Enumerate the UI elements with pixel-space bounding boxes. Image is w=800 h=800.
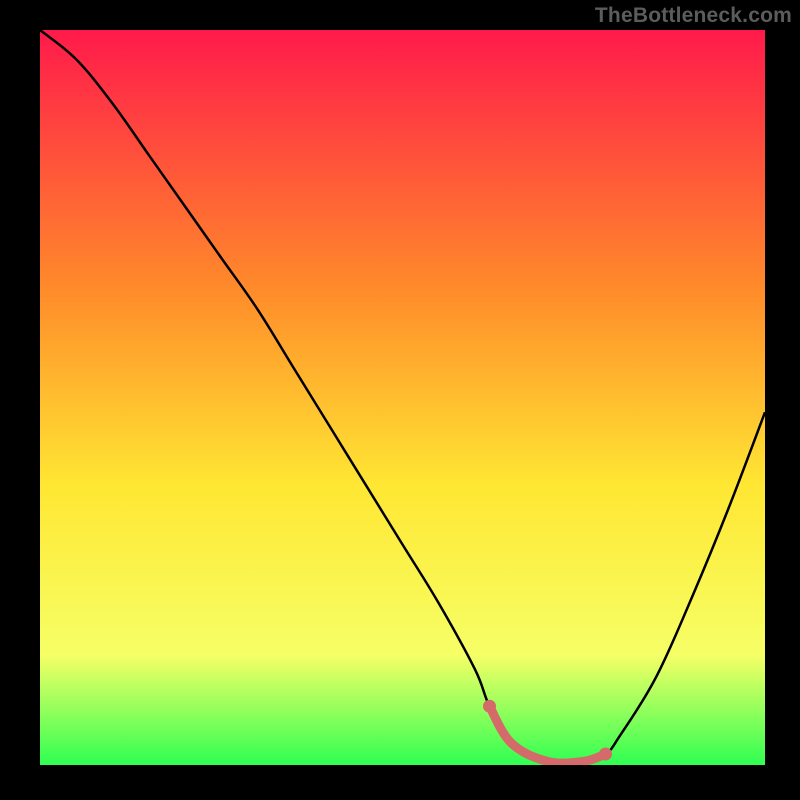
plot-svg bbox=[40, 30, 765, 765]
optimal-range-start-dot bbox=[483, 700, 496, 713]
gradient-bg bbox=[40, 30, 765, 765]
optimal-range-end-dot bbox=[599, 747, 612, 760]
plot-frame bbox=[40, 30, 765, 765]
site-watermark: TheBottleneck.com bbox=[595, 4, 792, 28]
chart-stage: TheBottleneck.com bbox=[0, 0, 800, 800]
